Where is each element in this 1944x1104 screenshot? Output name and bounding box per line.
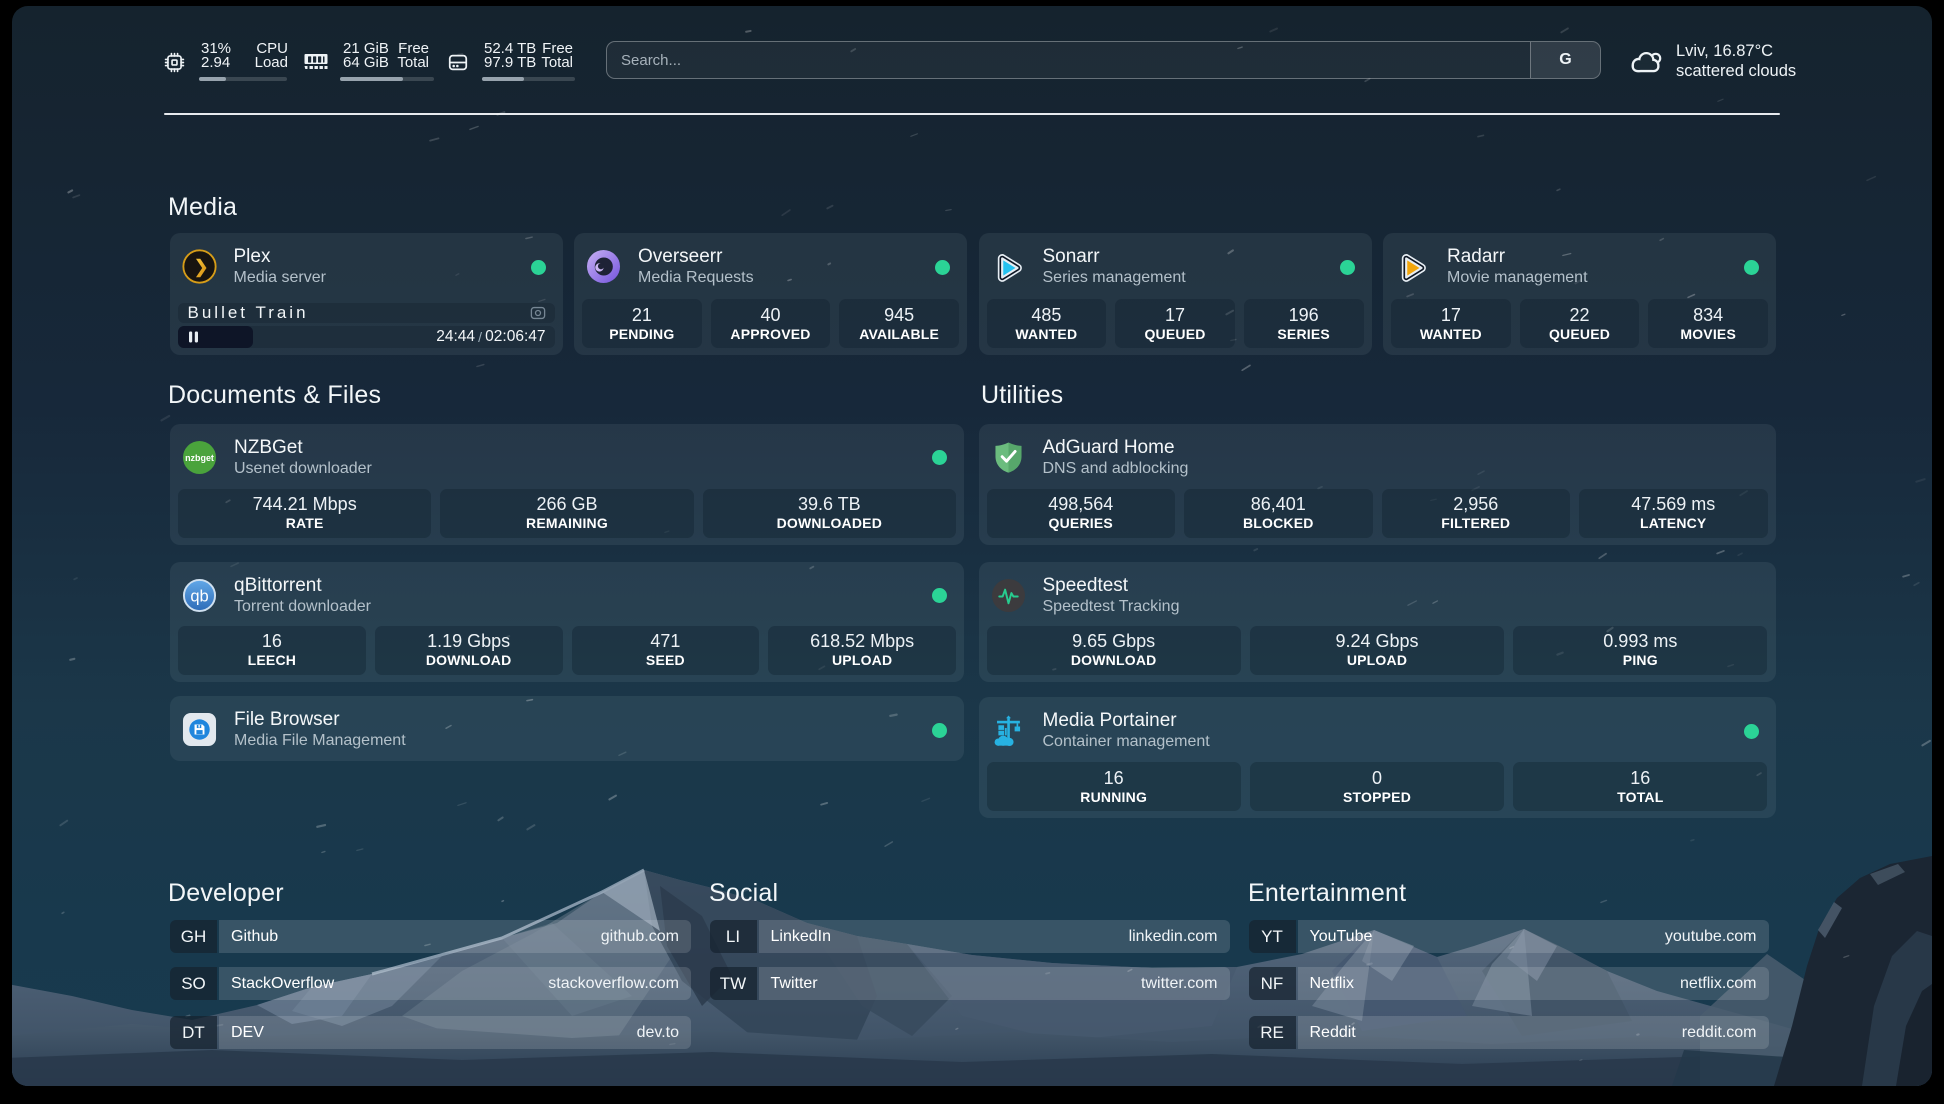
svg-text:qb: qb <box>190 586 208 605</box>
svg-text:nzbget: nzbget <box>185 452 214 462</box>
